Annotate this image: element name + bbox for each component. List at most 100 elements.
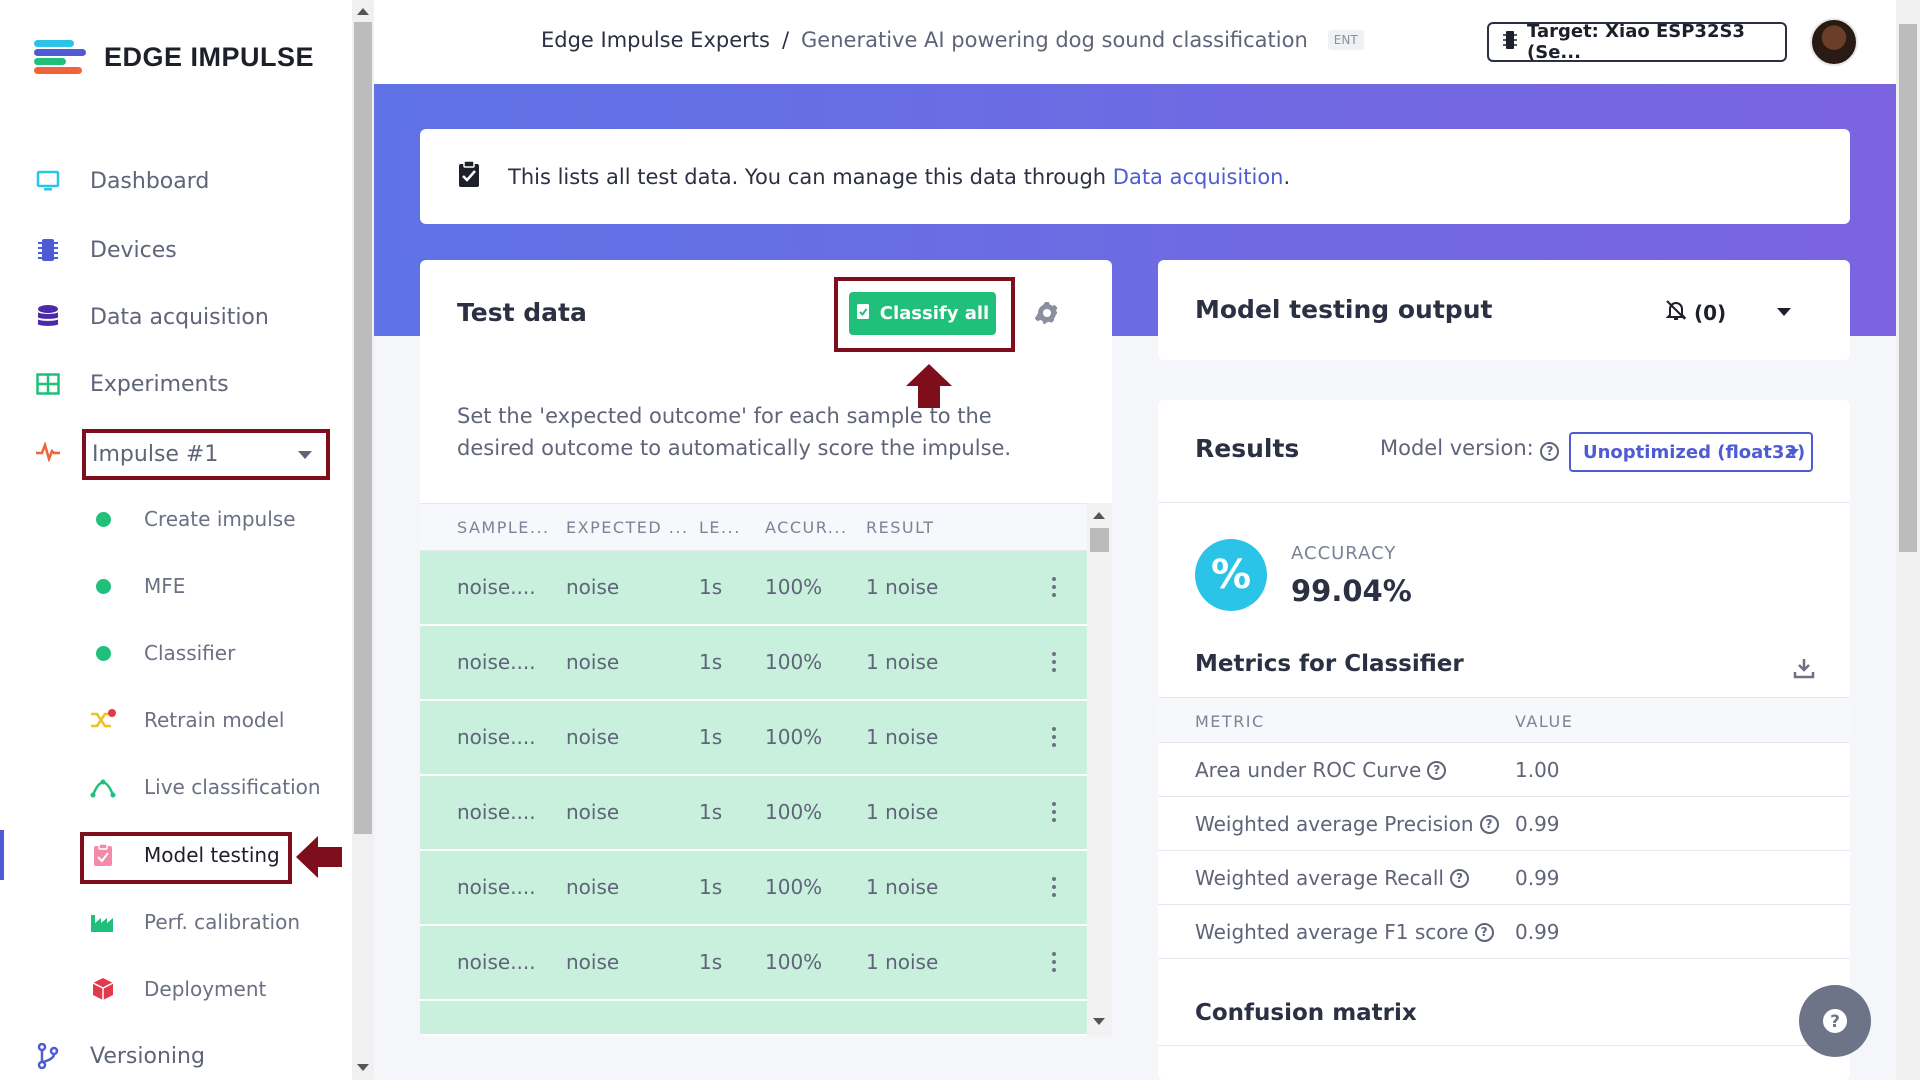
cell-accuracy: 100% <box>765 650 823 674</box>
chevron-down-icon <box>1787 449 1799 456</box>
sidebar-item-mfe[interactable]: MFE <box>0 563 352 609</box>
sidebar-item-retrain-model[interactable]: Retrain model <box>0 697 352 743</box>
sidebar-item-dashboard[interactable]: Dashboard <box>0 157 352 205</box>
metrics-title: Metrics for Classifier <box>1195 651 1464 677</box>
table-row[interactable]: noise.... noise 1s 100% 1 noise <box>420 551 1087 625</box>
table-scrollbar[interactable] <box>1087 503 1112 1036</box>
table-row[interactable] <box>420 1001 1087 1035</box>
sidebar-item-create-impulse[interactable]: Create impulse <box>0 496 352 542</box>
metric-value: 0.99 <box>1515 812 1560 836</box>
database-icon <box>34 303 62 331</box>
more-options-icon[interactable] <box>1052 952 1056 972</box>
monitor-icon <box>34 167 62 195</box>
sidebar-item-perf-calibration[interactable]: Perf. calibration <box>0 899 352 945</box>
sidebar-item-devices[interactable]: Devices <box>0 226 352 274</box>
help-button[interactable]: ? <box>1799 985 1871 1057</box>
sidebar-item-versioning[interactable]: Versioning <box>0 1032 352 1080</box>
column-header-metric: METRIC <box>1195 712 1265 731</box>
classify-all-label: Classify all <box>879 303 990 324</box>
sidebar-item-live-classification[interactable]: Live classification <box>0 764 352 810</box>
table-row[interactable]: noise.... noise 1s 100% 1 noise <box>420 626 1087 700</box>
sidebar-item-label: Deployment <box>144 977 267 1001</box>
cell-length: 1s <box>699 575 723 599</box>
impulse-label: Impulse #1 <box>92 442 219 467</box>
more-options-icon[interactable] <box>1052 727 1056 747</box>
info-text: This lists all test data. You can manage… <box>508 165 1290 189</box>
column-header-length[interactable]: LE... <box>699 518 741 537</box>
scroll-up-icon[interactable] <box>357 8 369 15</box>
test-data-title: Test data <box>457 298 587 327</box>
notifications-count: (0) <box>1694 300 1727 325</box>
column-header-sample[interactable]: SAMPLE... <box>457 518 550 537</box>
column-header-result[interactable]: RESULT <box>866 518 935 537</box>
dot-icon <box>90 573 116 599</box>
clipboard-icon <box>856 302 870 325</box>
table-row[interactable]: noise.... noise 1s 100% 1 noise <box>420 701 1087 775</box>
download-icon[interactable] <box>1793 657 1815 683</box>
info-banner: This lists all test data. You can manage… <box>420 129 1850 224</box>
sidebar-item-label: Live classification <box>144 775 321 799</box>
model-version-label: Model version: ? <box>1380 436 1560 461</box>
help-icon[interactable]: ? <box>1449 868 1469 888</box>
column-header-accuracy[interactable]: ACCUR... <box>765 518 848 537</box>
metric-name: Weighted average Precision? <box>1195 812 1499 836</box>
cell-result: 1 noise <box>866 725 939 749</box>
info-text-body: This lists all test data. You can manage… <box>508 164 1113 189</box>
table-row[interactable]: noise.... noise 1s 100% 1 noise <box>420 776 1087 850</box>
sidebar-item-label: MFE <box>144 574 186 598</box>
metric-name-text: Weighted average F1 score <box>1195 920 1469 944</box>
table-row[interactable]: noise.... noise 1s 100% 1 noise <box>420 851 1087 925</box>
pointer-arrow-left-icon <box>296 836 342 882</box>
sidebar-item-label: Data acquisition <box>90 304 269 330</box>
more-options-icon[interactable] <box>1052 877 1056 897</box>
sidebar-item-classifier[interactable]: Classifier <box>0 630 352 676</box>
top-header: Edge Impulse Experts / Generative AI pow… <box>374 0 1896 84</box>
target-selector[interactable]: Target: Xiao ESP32S3 (Se... <box>1487 21 1787 63</box>
svg-text:?: ? <box>1830 1012 1840 1032</box>
live-icon <box>90 774 116 800</box>
help-icon[interactable]: ? <box>1474 922 1494 942</box>
scroll-up-icon[interactable] <box>1093 512 1105 519</box>
chevron-down-icon[interactable] <box>1777 308 1791 316</box>
cell-length: 1s <box>699 725 723 749</box>
more-options-icon[interactable] <box>1052 577 1056 597</box>
data-acquisition-link[interactable]: Data acquisition <box>1113 165 1284 189</box>
cell-sample-name: noise.... <box>457 950 536 974</box>
help-icon[interactable]: ? <box>1479 814 1499 834</box>
classify-all-button[interactable]: Classify all <box>849 292 996 335</box>
model-version-text: Model version: <box>1380 436 1534 460</box>
metric-name: Weighted average F1 score? <box>1195 920 1494 944</box>
impulse-selector[interactable]: Impulse #1 <box>82 429 330 480</box>
column-header-expected[interactable]: EXPECTED ... <box>566 518 689 537</box>
cell-expected-outcome: noise <box>566 875 620 899</box>
dot-icon <box>90 640 116 666</box>
edge-impulse-logo[interactable]: EDGE IMPULSE <box>34 38 314 76</box>
sidebar-item-deployment[interactable]: Deployment <box>0 966 352 1012</box>
logo-icon <box>34 38 86 76</box>
breadcrumb-org[interactable]: Edge Impulse Experts <box>541 28 770 52</box>
page-scrollbar-thumb[interactable] <box>1899 24 1917 552</box>
model-version-value: Unoptimized (float32) <box>1583 441 1806 463</box>
help-icon[interactable]: ? <box>1427 760 1447 780</box>
cell-length: 1s <box>699 950 723 974</box>
scroll-down-icon[interactable] <box>1093 1018 1105 1025</box>
cell-result: 1 noise <box>866 575 939 599</box>
sidebar-item-label: Dashboard <box>90 168 210 194</box>
gear-icon[interactable] <box>1034 301 1059 325</box>
grid-icon <box>34 370 62 398</box>
more-options-icon[interactable] <box>1052 652 1056 672</box>
help-icon[interactable]: ? <box>1540 441 1560 461</box>
table-scrollbar-thumb[interactable] <box>1090 528 1109 552</box>
avatar[interactable] <box>1810 18 1858 66</box>
scroll-down-icon[interactable] <box>357 1064 369 1071</box>
sidebar-item-label: Perf. calibration <box>144 910 301 934</box>
notifications-toggle[interactable]: (0) <box>1664 298 1726 327</box>
sidebar-scrollbar-thumb[interactable] <box>354 22 372 834</box>
sidebar-item-data-acquisition[interactable]: Data acquisition <box>0 293 352 341</box>
factory-icon <box>90 909 116 935</box>
sidebar-item-experiments[interactable]: Experiments <box>0 360 352 408</box>
table-row[interactable]: noise.... noise 1s 100% 1 noise <box>420 926 1087 1000</box>
cell-sample-name: noise.... <box>457 725 536 749</box>
more-options-icon[interactable] <box>1052 802 1056 822</box>
model-version-select[interactable]: Unoptimized (float32) <box>1569 432 1813 472</box>
